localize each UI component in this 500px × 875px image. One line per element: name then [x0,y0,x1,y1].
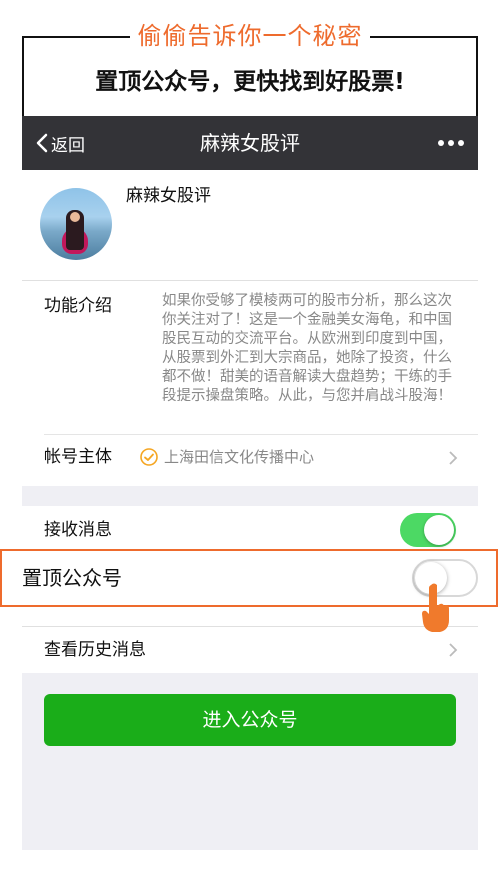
more-button[interactable] [434,116,464,170]
promo-headline: 置顶公众号，更快找到好股票! [95,69,405,95]
avatar[interactable] [40,188,112,260]
page-title: 麻辣女股评 [200,131,300,155]
pin-account-label: 置顶公众号 [22,566,122,590]
chevron-right-icon [449,643,458,657]
navbar: 返回 麻辣女股评 [22,116,478,170]
intro-text: 如果你受够了模棱两可的股市分析，那么这次你关注对了！这是一个金融美女海龟，和中国… [162,293,452,404]
verified-icon [140,448,158,466]
promo-secret-text: 偷偷告诉你一个秘密 [130,18,370,54]
history-messages-row[interactable]: 查看历史消息 [22,626,478,673]
chevron-right-icon [449,451,458,465]
account-info-section: 功能介绍 如果你受够了模棱两可的股市分析，那么这次你关注对了！这是一个金融美女海… [22,280,478,486]
receive-messages-label: 接收消息 [44,520,112,540]
profile-header: 麻辣女股评 [22,170,478,280]
phone-screen: 返回 麻辣女股评 麻辣女股评 功能介绍 如果你受够了模棱两可的股市分析，那么这次… [22,116,478,850]
owner-row[interactable]: 上海田信文化传播中心 [140,445,314,469]
profile-name: 麻辣女股评 [126,186,211,206]
history-messages-label: 查看历史消息 [44,640,146,660]
enter-account-button[interactable]: 进入公众号 [44,694,456,746]
more-icon [438,140,444,146]
owner-label: 帐号主体 [44,447,112,467]
intro-label: 功能介绍 [44,296,112,316]
receive-messages-toggle[interactable] [400,513,456,547]
owner-value: 上海田信文化传播中心 [164,448,315,466]
hand-pointer-icon [422,583,449,632]
divider [44,434,478,435]
